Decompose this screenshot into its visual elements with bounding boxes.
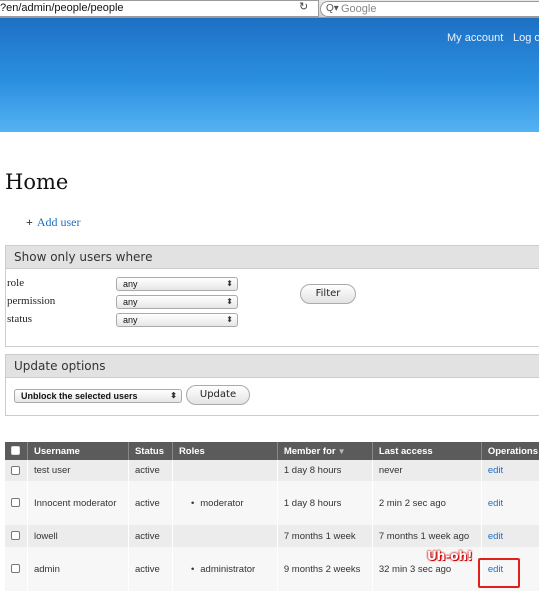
- select-arrows-icon: ⬍: [226, 297, 233, 306]
- reload-icon[interactable]: ↻: [299, 0, 308, 15]
- roles-cell: [172, 460, 278, 481]
- filter-label-permission: permission: [7, 295, 56, 307]
- status-select[interactable]: any ⬍: [116, 313, 238, 327]
- roles-header: Roles: [172, 442, 278, 460]
- operations-header: Operations: [481, 442, 539, 460]
- edit-link[interactable]: edit: [481, 460, 539, 481]
- filter-button[interactable]: Filter: [300, 284, 356, 304]
- member-for-cell: 1 day 8 hours: [277, 460, 373, 481]
- edit-link[interactable]: edit: [481, 481, 539, 525]
- status-cell: active: [128, 547, 173, 591]
- search-input[interactable]: Q▾ Google: [320, 1, 539, 17]
- member-for-header[interactable]: Member for ▼: [277, 442, 373, 460]
- edit-link[interactable]: edit: [481, 525, 539, 547]
- filter-label-role: role: [7, 277, 25, 289]
- logout-link[interactable]: Log o: [513, 32, 539, 44]
- url-bar[interactable]: ?en/admin/people/people: [0, 0, 319, 17]
- bullet-icon: •: [190, 563, 195, 575]
- row-checkbox[interactable]: [11, 531, 20, 541]
- member-for-cell: 1 day 8 hours: [277, 481, 373, 525]
- table-header-row: Username Status Roles Member for ▼ Last a…: [5, 442, 539, 460]
- status-cell: active: [128, 460, 173, 481]
- search-placeholder: Google: [341, 3, 377, 15]
- filter-fieldset: Show only users where: [5, 245, 539, 347]
- status-cell: active: [128, 525, 173, 547]
- row-select-cell: [5, 460, 28, 481]
- last-access-cell: 7 months 1 week ago: [372, 525, 482, 547]
- select-arrows-icon: ⬍: [226, 279, 233, 288]
- username-cell[interactable]: admin: [27, 547, 129, 591]
- role-item: moderator: [200, 497, 244, 509]
- permission-select-value: any: [123, 297, 138, 307]
- status-cell: active: [128, 481, 173, 525]
- username-header[interactable]: Username: [27, 442, 129, 460]
- status-select-value: any: [123, 315, 138, 325]
- table-row: Innocent moderator active • moderator 1 d…: [5, 481, 539, 525]
- plus-icon: +: [26, 215, 33, 229]
- uh-oh-annotation: Uh-oh!: [427, 549, 473, 563]
- filter-legend: Show only users where: [6, 246, 539, 269]
- permission-select[interactable]: any ⬍: [116, 295, 238, 309]
- bulk-action-select[interactable]: Unblock the selected users ⬍: [14, 389, 182, 403]
- my-account-link[interactable]: My account: [447, 32, 503, 44]
- member-for-cell: 7 months 1 week: [277, 525, 373, 547]
- add-user-label: Add user: [36, 215, 81, 229]
- member-for-label: Member for: [283, 445, 336, 457]
- site-header: My account Log o: [0, 18, 539, 132]
- member-for-cell: 9 months 2 weeks: [277, 547, 373, 591]
- role-select-value: any: [123, 279, 138, 289]
- table-row: test user active 1 day 8 hours never edi…: [5, 460, 539, 481]
- status-header[interactable]: Status: [128, 442, 173, 460]
- last-access-cell: never: [372, 460, 482, 481]
- row-select-cell: [5, 525, 28, 547]
- username-cell[interactable]: test user: [27, 460, 129, 481]
- filter-label-status: status: [7, 313, 33, 325]
- select-all-checkbox[interactable]: [11, 446, 20, 456]
- username-cell[interactable]: lowell: [27, 525, 129, 547]
- roles-cell: • administrator: [172, 547, 278, 591]
- page-title: Home: [5, 170, 69, 194]
- role-item: administrator: [200, 563, 256, 575]
- add-user-link[interactable]: + Add user: [26, 215, 81, 230]
- bulk-action-value: Unblock the selected users: [21, 391, 138, 401]
- row-checkbox[interactable]: [11, 564, 20, 574]
- last-access-cell: 2 min 2 sec ago: [372, 481, 482, 525]
- row-checkbox[interactable]: [11, 498, 20, 508]
- highlight-box: [478, 558, 520, 588]
- url-text: ?en/admin/people/people: [0, 2, 124, 14]
- search-icon: Q▾: [326, 3, 339, 14]
- roles-cell: • moderator: [172, 481, 278, 525]
- role-select[interactable]: any ⬍: [116, 277, 238, 291]
- row-select-cell: [5, 481, 28, 525]
- username-cell[interactable]: Innocent moderator: [27, 481, 129, 525]
- update-fieldset: Update options: [5, 354, 539, 416]
- browser-toolbar: ?en/admin/people/people ↻ Q▾ Google: [0, 0, 539, 18]
- users-table: Username Status Roles Member for ▼ Last a…: [5, 442, 539, 591]
- select-all-header[interactable]: [5, 442, 28, 460]
- update-legend: Update options: [6, 355, 539, 378]
- table-row: lowell active 7 months 1 week 7 months 1…: [5, 525, 539, 547]
- row-checkbox[interactable]: [11, 465, 20, 475]
- bullet-icon: •: [190, 497, 195, 509]
- sort-desc-icon: ▼: [337, 446, 346, 456]
- select-arrows-icon: ⬍: [226, 315, 233, 324]
- last-access-header[interactable]: Last access: [372, 442, 482, 460]
- select-arrows-icon: ⬍: [170, 391, 177, 400]
- update-button[interactable]: Update: [186, 385, 250, 405]
- roles-cell: [172, 525, 278, 547]
- row-select-cell: [5, 547, 28, 591]
